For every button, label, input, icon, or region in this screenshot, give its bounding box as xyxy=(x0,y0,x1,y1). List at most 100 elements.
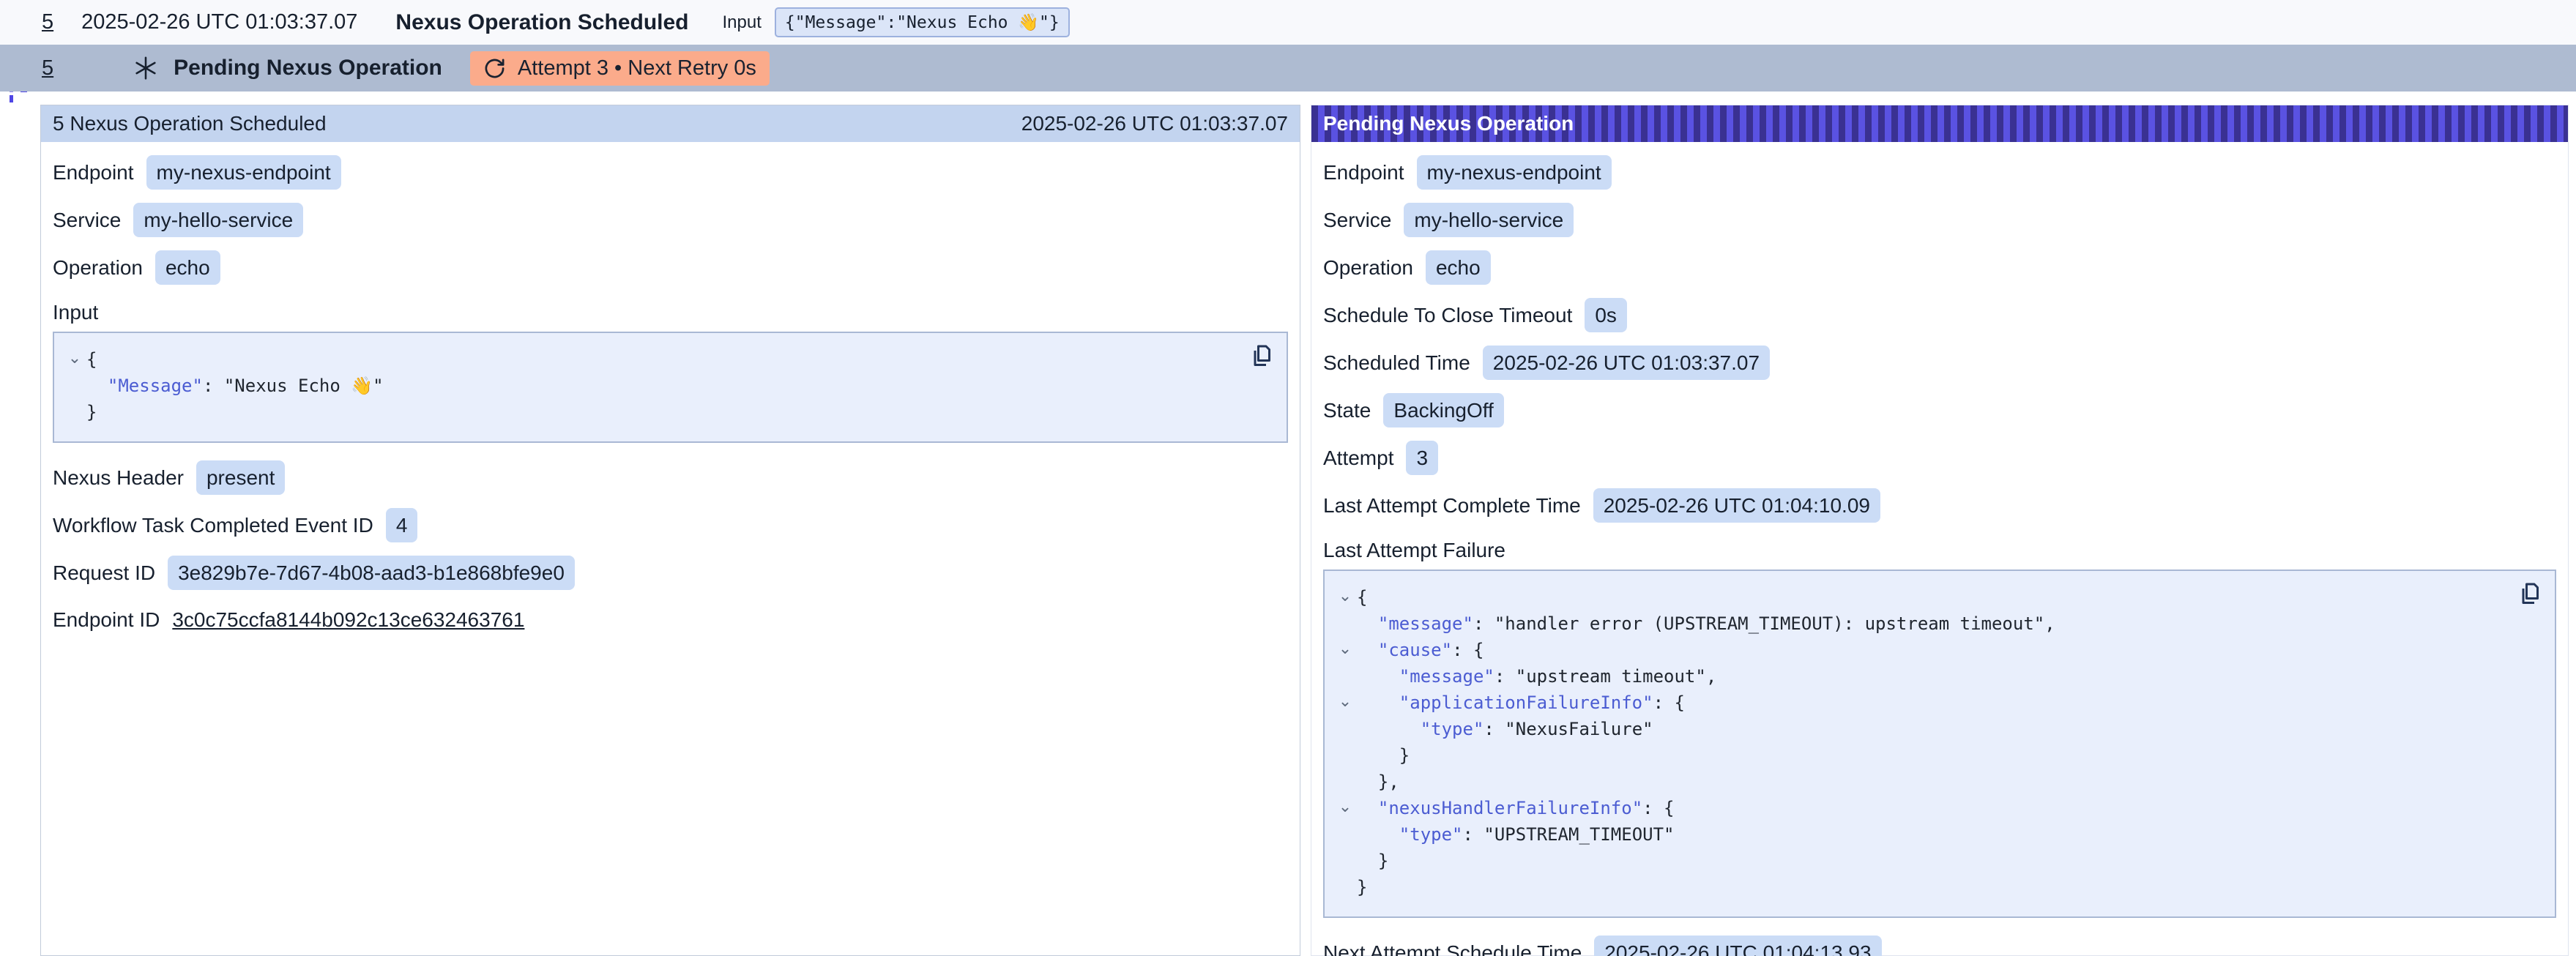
code-text: { xyxy=(1357,584,1367,610)
field-row-endpoint: Endpointmy-nexus-endpoint xyxy=(53,155,1288,190)
pending-event-id-link[interactable]: 5 xyxy=(42,56,53,81)
gutter-spacer xyxy=(1333,821,1357,848)
chevron-down-icon[interactable]: ⌄ xyxy=(1333,795,1357,821)
code-text: } xyxy=(1357,848,1388,874)
field-label: Endpoint xyxy=(1323,161,1404,184)
field-label: Request ID xyxy=(53,561,155,585)
field-value-badge: 3e829b7e-7d67-4b08-aad3-b1e868bfe9e0 xyxy=(168,556,575,590)
field-label: Service xyxy=(1323,209,1391,232)
field-row-schedule-to-close-timeout: Schedule To Close Timeout 0s xyxy=(1323,298,2556,332)
pending-operation-title: Pending Nexus Operation xyxy=(174,56,442,81)
code-text: } xyxy=(86,399,97,425)
code-line: "message": "upstream timeout", xyxy=(1333,663,2540,690)
json-code-viewer: ⌄{ "Message": "Nexus Echo 👋"} xyxy=(53,332,1288,443)
field-value-badge: my-hello-service xyxy=(133,203,303,237)
field-row-workflow-task-completed-event-id: Workflow Task Completed Event ID4 xyxy=(53,508,1288,542)
event-detail-panel-header: 5 Nexus Operation Scheduled 2025-02-26 U… xyxy=(41,105,1300,142)
copy-icon xyxy=(1248,342,1275,368)
event-id-link[interactable]: 5 xyxy=(42,10,53,34)
gutter-spacer xyxy=(1333,874,1357,900)
code-text: "message": "upstream timeout", xyxy=(1357,663,1716,690)
field-label: Last Attempt Complete Time xyxy=(1323,494,1581,518)
code-text: "cause": { xyxy=(1357,637,1484,663)
section-label-last-attempt-failure: Last Attempt Failure xyxy=(1323,539,2556,562)
event-summary-row[interactable]: 5 2025-02-26 UTC 01:03:37.07 Nexus Opera… xyxy=(0,0,2576,45)
field-row-scheduled-time: Scheduled Time 2025-02-26 UTC 01:03:37.07 xyxy=(1323,346,2556,380)
field-row-attempt: Attempt3 xyxy=(1323,441,2556,475)
field-row-operation: Operation echo xyxy=(53,250,1288,285)
field-value-badge: my-nexus-endpoint xyxy=(146,155,341,190)
field-value-badge: echo xyxy=(155,250,220,285)
field-row-service: Service my-hello-service xyxy=(53,203,1288,237)
section-label-input: Input xyxy=(53,301,1288,324)
chevron-down-icon[interactable]: ⌄ xyxy=(1333,584,1357,610)
field-label: Next Attempt Schedule Time xyxy=(1323,941,1582,956)
field-row-next-attempt-schedule-time: Next Attempt Schedule Time2025-02-26 UTC… xyxy=(1323,936,2556,956)
panel-title: Pending Nexus Operation xyxy=(1323,112,1574,135)
field-value-badge: 0s xyxy=(1585,298,1627,332)
field-value-link[interactable]: 3c0c75ccfa8144b092c13ce632463761 xyxy=(172,608,524,632)
code-line: }, xyxy=(1333,769,2540,795)
gutter-spacer xyxy=(1333,769,1357,795)
field-label: Workflow Task Completed Event ID xyxy=(53,514,373,537)
retry-status-badge: Attempt 3 • Next Retry 0s xyxy=(470,51,770,86)
json-code-viewer: ⌄{ "message": "handler error (UPSTREAM_T… xyxy=(1323,570,2556,918)
field-row-operation: Operation echo xyxy=(1323,250,2556,285)
code-text: "type": "NexusFailure" xyxy=(1357,716,1653,742)
retry-icon xyxy=(483,57,506,80)
field-label: State xyxy=(1323,399,1371,422)
field-label: Scheduled Time xyxy=(1323,351,1470,375)
event-detail-panel: 5 Nexus Operation Scheduled 2025-02-26 U… xyxy=(40,105,1300,956)
event-title: Nexus Operation Scheduled xyxy=(395,10,688,35)
asterisk-pending-icon xyxy=(133,55,159,81)
code-text: { xyxy=(86,346,97,373)
gutter-spacer xyxy=(63,399,86,425)
code-text: }, xyxy=(1357,769,1399,795)
field-value-badge: 2025-02-26 UTC 01:03:37.07 xyxy=(1483,346,1770,380)
event-detail-fields: Endpointmy-nexus-endpoint Service my-hello… xyxy=(41,155,1300,637)
event-time: 2025-02-26 UTC 01:03:37.07 xyxy=(81,10,357,34)
code-line: ⌄{ xyxy=(63,346,1272,373)
field-row-last-attempt-complete-time: Last Attempt Complete Time 2025-02-26 UTC… xyxy=(1323,488,2556,523)
code-text: "applicationFailureInfo": { xyxy=(1357,690,1685,716)
pending-operation-row[interactable]: 5 Pending Nexus Operation Attempt 3 • Ne… xyxy=(0,45,2576,92)
field-value-badge: 2025-02-26 UTC 01:04:10.09 xyxy=(1593,488,1880,523)
copy-button[interactable] xyxy=(1248,342,1275,368)
panel-title: 5 Nexus Operation Scheduled xyxy=(53,112,327,135)
code-line: } xyxy=(1333,742,2540,769)
code-line: "Message": "Nexus Echo 👋" xyxy=(63,373,1272,399)
field-label: Operation xyxy=(1323,256,1413,280)
copy-icon xyxy=(2517,580,2543,606)
field-label: Service xyxy=(53,209,121,232)
copy-button[interactable] xyxy=(2517,580,2543,606)
field-row-endpoint: Endpointmy-nexus-endpoint xyxy=(1323,155,2556,190)
pending-operation-panel: Pending Nexus Operation Endpointmy-nexus… xyxy=(1311,105,2569,956)
chevron-down-icon[interactable]: ⌄ xyxy=(1333,637,1357,663)
field-row-endpoint-id: Endpoint ID 3c0c75ccfa8144b092c13ce632463… xyxy=(53,603,1288,637)
field-label: Schedule To Close Timeout xyxy=(1323,304,1572,327)
field-value-badge: echo xyxy=(1426,250,1491,285)
code-line: "type": "NexusFailure" xyxy=(1333,716,2540,742)
code-text: } xyxy=(1357,742,1410,769)
field-label: Operation xyxy=(53,256,143,280)
field-label: Endpoint ID xyxy=(53,608,160,632)
chevron-down-icon[interactable]: ⌄ xyxy=(1333,690,1357,716)
code-text: "Message": "Nexus Echo 👋" xyxy=(86,373,384,399)
event-input-value-chip: {"Message":"Nexus Echo 👋"} xyxy=(775,7,1070,37)
gutter-spacer xyxy=(1333,663,1357,690)
code-text: "type": "UPSTREAM_TIMEOUT" xyxy=(1357,821,1674,848)
gutter-spacer xyxy=(1333,610,1357,637)
field-value-badge: present xyxy=(196,460,285,495)
temporal-event-history-screen: 5 2025-02-26 UTC 01:03:37.07 Nexus Opera… xyxy=(0,0,2576,956)
code-line: "message": "handler error (UPSTREAM_TIME… xyxy=(1333,610,2540,637)
code-line: } xyxy=(1333,874,2540,900)
field-row-request-id: Request ID 3e829b7e-7d67-4b08-aad3-b1e868… xyxy=(53,556,1288,590)
event-input-label: Input xyxy=(723,12,762,33)
code-line: } xyxy=(1333,848,2540,874)
code-line: ⌄ "nexusHandlerFailureInfo": { xyxy=(1333,795,2540,821)
field-label: Attempt xyxy=(1323,447,1393,470)
panel-timestamp: 2025-02-26 UTC 01:03:37.07 xyxy=(1021,112,1288,135)
gutter-spacer xyxy=(1333,742,1357,769)
chevron-down-icon[interactable]: ⌄ xyxy=(63,346,86,373)
field-label: Nexus Header xyxy=(53,466,184,490)
